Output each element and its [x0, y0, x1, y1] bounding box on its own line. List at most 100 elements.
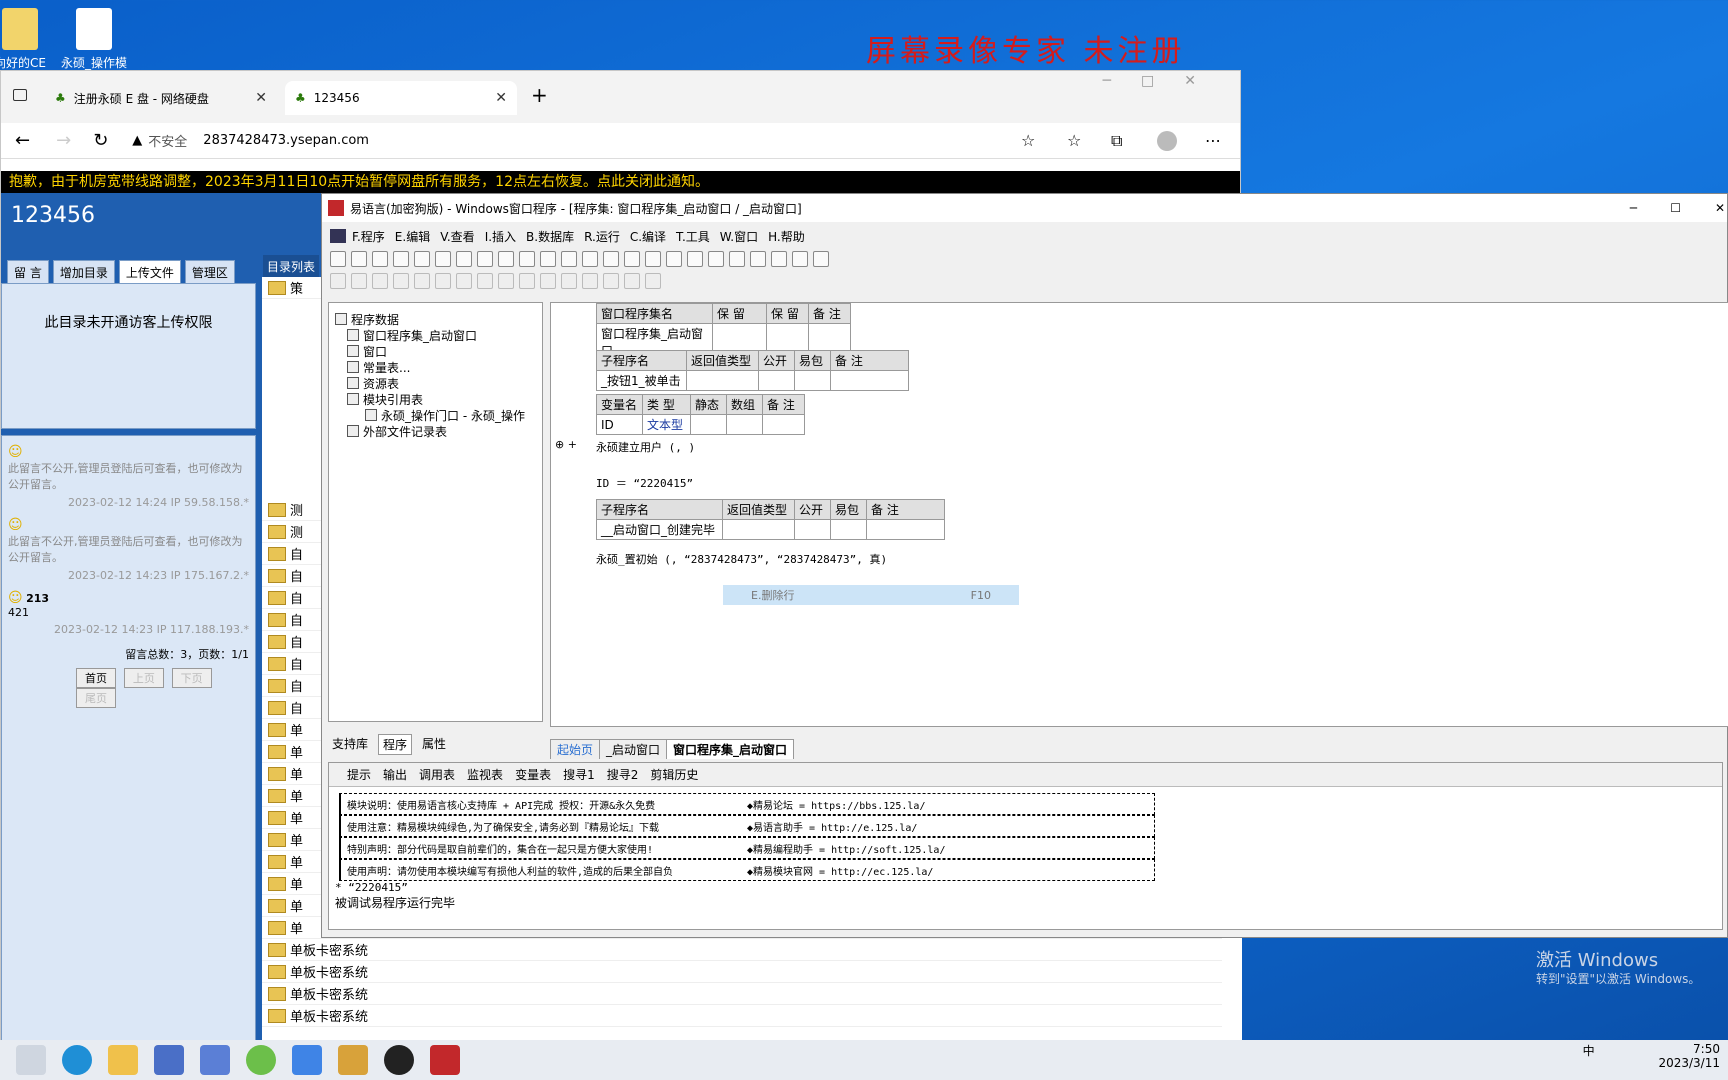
toolbar-button-icon[interactable] — [561, 273, 577, 289]
toolbar-button-icon[interactable] — [498, 273, 514, 289]
toolbar-button-icon[interactable] — [351, 273, 367, 289]
toolbar-button-icon[interactable] — [792, 251, 808, 267]
td[interactable] — [866, 519, 945, 540]
refresh-icon[interactable]: ↻ — [93, 130, 108, 151]
toolbar-button-icon[interactable] — [813, 251, 829, 267]
menu-item[interactable]: W.窗口 — [720, 228, 758, 245]
toolbar-button-icon[interactable] — [435, 251, 451, 267]
ime-indicator[interactable]: 中 — [1583, 1044, 1595, 1058]
toolbar-button-icon[interactable] — [771, 251, 787, 267]
clock-time[interactable]: 7:50 — [1658, 1042, 1720, 1056]
output-tab[interactable]: 监视表 — [467, 766, 503, 783]
output-tab[interactable]: 输出 — [383, 766, 407, 783]
tab-program[interactable]: 程序 — [378, 734, 413, 755]
tree-item-external[interactable]: 外部文件记录表 — [347, 423, 447, 439]
toolbar-button-icon[interactable] — [498, 251, 514, 267]
context-menu-delete-line[interactable]: E.删除行 F10 — [723, 585, 1019, 605]
td[interactable] — [830, 519, 867, 540]
toolbar-button-icon[interactable] — [414, 251, 430, 267]
toolbar-button-icon[interactable] — [603, 273, 619, 289]
app-blue-icon[interactable] — [292, 1045, 322, 1075]
td[interactable] — [686, 370, 759, 391]
toolbar-button-icon[interactable] — [666, 251, 682, 267]
td[interactable]: ID — [596, 414, 643, 435]
back-icon[interactable]: ← — [15, 130, 30, 151]
pager-first[interactable]: 首页 — [76, 668, 116, 688]
tab-admin[interactable]: 管理区 — [184, 260, 235, 285]
toolbar-button-icon[interactable] — [624, 251, 640, 267]
dir-row[interactable]: 单板卡密系统 — [262, 939, 1222, 961]
edge-icon[interactable] — [62, 1045, 92, 1075]
toolbar-button-icon[interactable] — [330, 273, 346, 289]
toolbar-button-icon[interactable] — [750, 251, 766, 267]
tab-start-page[interactable]: 起始页 — [550, 739, 601, 759]
tab-actions-icon[interactable] — [13, 89, 27, 101]
menu-item[interactable]: C.编译 — [630, 228, 666, 245]
menu-item[interactable]: V.查看 — [440, 228, 474, 245]
tree-item-constants[interactable]: 常量表... — [347, 359, 410, 375]
output-tab[interactable]: 提示 — [347, 766, 371, 783]
toolbar-button-icon[interactable] — [435, 273, 451, 289]
tab-assembly[interactable]: 窗口程序集_启动窗口 — [666, 739, 795, 759]
menu-item[interactable]: H.帮助 — [768, 228, 805, 245]
td[interactable] — [762, 414, 805, 435]
code-line-3[interactable]: 永硕_置初始 (, “2837428473”, “2837428473”, 真) — [596, 551, 887, 567]
tree-item-window[interactable]: 窗口 — [347, 343, 387, 359]
toolbar-button-icon[interactable] — [477, 251, 493, 267]
output-tab[interactable]: 剪辑历史 — [650, 766, 698, 783]
output-tab[interactable]: 搜寻2 — [607, 766, 639, 783]
code-line-2[interactable]: ID ＝ “2220415” — [596, 475, 693, 491]
menu-item[interactable]: I.插入 — [485, 228, 516, 245]
tab-message[interactable]: 留 言 — [7, 260, 49, 285]
toolbar-button-icon[interactable] — [351, 251, 367, 267]
obs-icon[interactable] — [384, 1045, 414, 1075]
dir-row[interactable]: 单板卡密系统 — [262, 961, 1222, 983]
toolbar-button-icon[interactable] — [561, 251, 577, 267]
forward-icon[interactable]: → — [56, 130, 71, 151]
task-view-icon[interactable] — [16, 1045, 46, 1075]
toolbar-button-icon[interactable] — [372, 251, 388, 267]
td[interactable]: __启动窗口_创建完毕 — [596, 519, 723, 540]
toolbar-button-icon[interactable] — [519, 251, 535, 267]
toolbar-button-icon[interactable] — [393, 273, 409, 289]
pager-prev[interactable]: 上页 — [123, 668, 164, 688]
service-notice[interactable]: 抱歉，由于机房宽带线路调整，2023年3月11日10点开始暂停网盘所有服务，12… — [1, 171, 1240, 193]
dir-list-header[interactable]: 目录列表 — [263, 255, 320, 278]
toolbar-button-icon[interactable] — [582, 273, 598, 289]
eyuyan-icon[interactable] — [430, 1045, 460, 1075]
tree-root[interactable]: 程序数据 — [335, 311, 399, 327]
toolbar-button-icon[interactable] — [645, 251, 661, 267]
tab-properties[interactable]: 属性 — [418, 734, 450, 755]
address-bar[interactable]: 2837428473.ysepan.com — [203, 133, 369, 148]
dir-row[interactable]: 单板卡密系统 — [262, 983, 1222, 1005]
toolbar-button-icon[interactable] — [729, 251, 745, 267]
td[interactable] — [794, 370, 831, 391]
toolbar-button-icon[interactable] — [414, 273, 430, 289]
td[interactable] — [722, 519, 795, 540]
close-icon[interactable]: ✕ — [1715, 201, 1725, 215]
toolbar-button-icon[interactable] — [456, 251, 472, 267]
pager-last[interactable]: 尾页 — [76, 688, 116, 708]
toolbar-button-icon[interactable] — [603, 251, 619, 267]
toolbar-button-icon[interactable] — [456, 273, 472, 289]
security-label[interactable]: 不安全 — [148, 131, 187, 150]
td[interactable]: 文本型 — [642, 414, 691, 435]
menu-item[interactable]: R.运行 — [584, 228, 620, 245]
tab-start-window[interactable]: _启动窗口 — [599, 739, 668, 759]
collections-icon[interactable]: ⧉ — [1111, 131, 1122, 151]
code-line-1[interactable]: 永硕建立用户 (, ) — [596, 439, 695, 455]
td[interactable] — [726, 414, 763, 435]
td[interactable] — [758, 370, 795, 391]
file-explorer-icon[interactable] — [108, 1045, 138, 1075]
toolbar-button-icon[interactable] — [687, 251, 703, 267]
menu-item[interactable]: E.编辑 — [395, 228, 430, 245]
more-icon[interactable]: ⋯ — [1205, 131, 1221, 150]
favorite-add-icon[interactable]: ☆ — [1021, 131, 1035, 150]
toolbar-button-icon[interactable] — [519, 273, 535, 289]
tree-item-module-file[interactable]: 永硕_操作门口 - 永硕_操作 — [365, 407, 525, 423]
mail-icon[interactable] — [200, 1045, 230, 1075]
maximize-icon[interactable]: ☐ — [1670, 201, 1681, 215]
clock-date[interactable]: 2023/3/11 — [1658, 1056, 1720, 1070]
tab-upload[interactable]: 上传文件 — [118, 260, 181, 285]
tab-add-dir[interactable]: 增加目录 — [52, 260, 115, 285]
